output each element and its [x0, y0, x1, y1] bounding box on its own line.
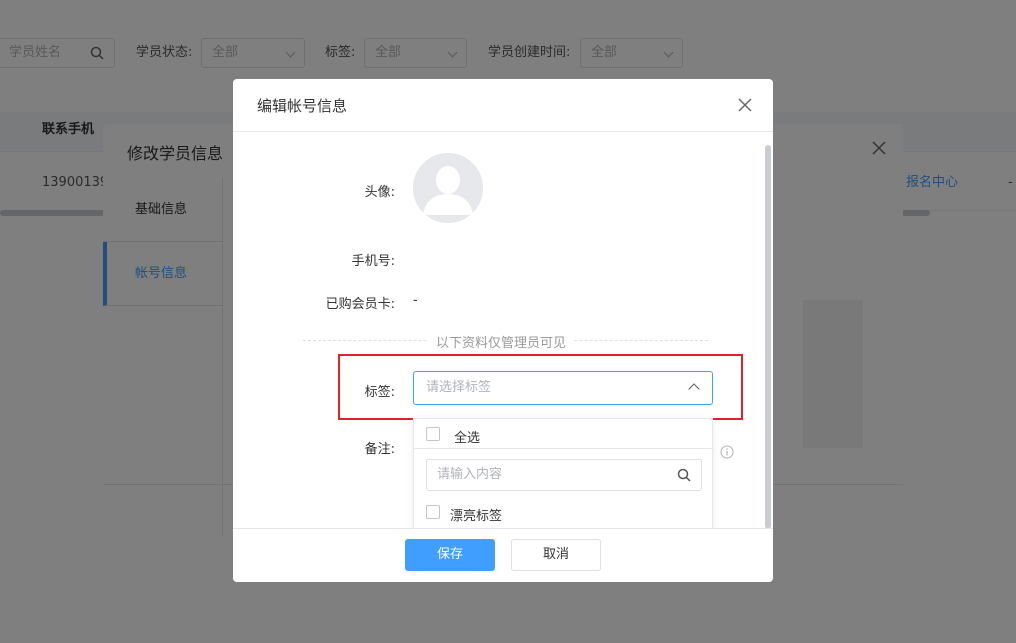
tag-option-row[interactable]: 漂亮标签: [414, 497, 714, 527]
remark-label: 备注:: [364, 442, 395, 457]
user-avatar-icon: [413, 153, 483, 223]
tag-dropdown-panel: 全选 请输入内容 漂亮标签: [413, 418, 714, 528]
info-icon[interactable]: [720, 445, 734, 459]
dialog-body: 头像: 手机号: 已购会员卡: - 以下资料仅管理员可见 标签: 请选择标签 备…: [233, 133, 773, 528]
edit-account-dialog: 编辑帐号信息 头像: 手机号: 已购会员卡: - 以下资料仅管理员可见 标签: …: [233, 79, 773, 582]
select-all-label: 全选: [454, 431, 481, 446]
dialog-footer: 保存 取消: [233, 528, 773, 582]
close-icon[interactable]: [737, 97, 753, 113]
tag-option-label: 漂亮标签: [450, 509, 503, 524]
dialog-scrollbar[interactable]: [765, 145, 771, 529]
dialog-header: 编辑帐号信息: [233, 79, 773, 132]
tag-search-placeholder: 请输入内容: [437, 467, 503, 482]
tag-option-checkbox[interactable]: [426, 505, 440, 519]
member-card-value: -: [413, 293, 418, 308]
avatar-label: 头像:: [364, 185, 395, 200]
phone-label: 手机号:: [351, 254, 395, 269]
member-card-label: 已购会员卡:: [325, 297, 395, 312]
search-icon: [677, 468, 691, 482]
avatar[interactable]: [413, 153, 483, 223]
dialog-title: 编辑帐号信息: [257, 97, 348, 115]
select-all-row[interactable]: 全选: [414, 419, 714, 449]
select-all-checkbox[interactable]: [426, 427, 440, 441]
tag-search-input[interactable]: 请输入内容: [426, 459, 702, 491]
admin-only-divider-text: 以下资料仅管理员可见: [428, 332, 575, 351]
cancel-button[interactable]: 取消: [511, 539, 601, 571]
highlight-box: [338, 354, 743, 420]
save-button[interactable]: 保存: [405, 539, 495, 571]
